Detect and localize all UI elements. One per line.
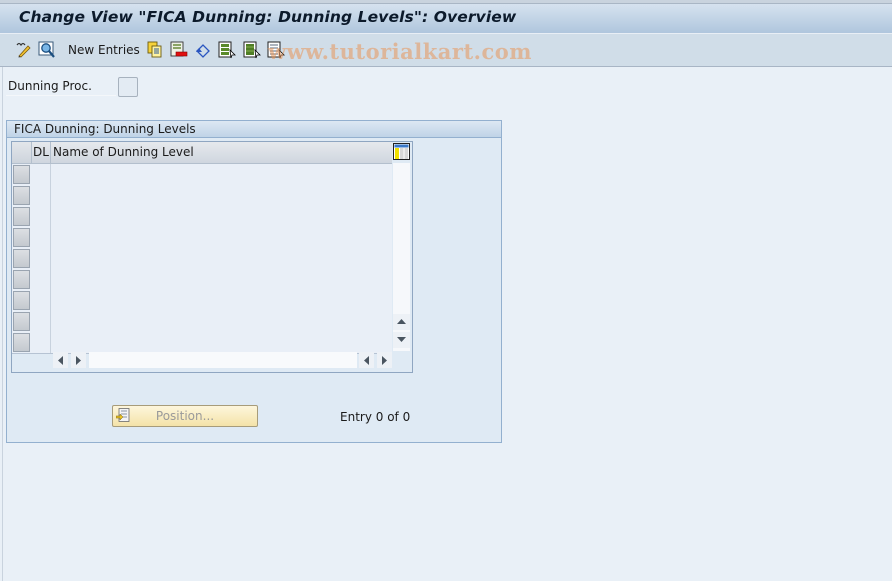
cell-dl[interactable] bbox=[32, 269, 51, 290]
arrow-left-icon bbox=[58, 356, 63, 365]
display-change-icon[interactable] bbox=[15, 41, 33, 59]
table-row bbox=[12, 269, 392, 291]
cell-dl[interactable] bbox=[32, 332, 51, 353]
scroll-down-button[interactable] bbox=[393, 332, 410, 348]
table-row bbox=[12, 311, 392, 333]
select-all-icon[interactable] bbox=[218, 41, 236, 59]
arrow-right-icon bbox=[382, 356, 387, 365]
table-row bbox=[12, 248, 392, 270]
row-selector[interactable] bbox=[13, 228, 30, 247]
arrow-left-icon bbox=[364, 356, 369, 365]
cell-name[interactable] bbox=[52, 164, 392, 185]
page-title: Change View "FICA Dunning: Dunning Level… bbox=[19, 8, 517, 26]
dunning-levels-table: DL Name of Dunning Level bbox=[11, 141, 413, 373]
horizontal-scrollbar-track[interactable] bbox=[89, 352, 357, 368]
title-bar: Change View "FICA Dunning: Dunning Level… bbox=[0, 4, 892, 34]
dunning-proc-label: Dunning Proc. bbox=[8, 79, 92, 93]
cell-dl[interactable] bbox=[32, 248, 51, 269]
select-all-rows-button[interactable] bbox=[12, 142, 32, 163]
column-separator bbox=[50, 142, 51, 163]
table-row bbox=[12, 206, 392, 228]
arrow-down-icon bbox=[397, 337, 406, 342]
cell-dl[interactable] bbox=[32, 227, 51, 248]
row-selector[interactable] bbox=[13, 249, 30, 268]
cell-name[interactable] bbox=[52, 290, 392, 311]
cell-dl[interactable] bbox=[32, 311, 51, 332]
dunning-proc-label-underline bbox=[6, 95, 116, 96]
cell-name[interactable] bbox=[52, 311, 392, 332]
row-selector[interactable] bbox=[13, 270, 30, 289]
groupbox-header: FICA Dunning: Dunning Levels bbox=[7, 121, 501, 138]
row-selector[interactable] bbox=[13, 207, 30, 226]
watermark: www.tutorialkart.com bbox=[268, 39, 532, 64]
cell-dl[interactable] bbox=[32, 206, 51, 227]
cell-dl[interactable] bbox=[32, 185, 51, 206]
find-icon[interactable] bbox=[38, 41, 56, 59]
row-selector[interactable] bbox=[13, 291, 30, 310]
cell-name[interactable] bbox=[52, 185, 392, 206]
position-button[interactable]: Position... bbox=[112, 405, 258, 427]
scroll-right-button[interactable] bbox=[71, 352, 86, 368]
dunning-levels-groupbox: FICA Dunning: Dunning Levels DL Name of … bbox=[6, 120, 502, 443]
scroll-left-button-2[interactable] bbox=[359, 352, 374, 368]
select-block-icon[interactable] bbox=[243, 41, 261, 59]
row-selector[interactable] bbox=[13, 165, 30, 184]
scroll-right-button-2[interactable] bbox=[377, 352, 392, 368]
cell-name[interactable] bbox=[52, 206, 392, 227]
copy-as-icon[interactable] bbox=[146, 41, 164, 59]
application-toolbar: New Entries www.tutorialkart.com bbox=[0, 34, 892, 67]
column-header-name[interactable]: Name of Dunning Level bbox=[53, 145, 194, 159]
cell-name[interactable] bbox=[52, 227, 392, 248]
delete-icon[interactable] bbox=[170, 41, 188, 59]
scroll-up-button[interactable] bbox=[393, 314, 410, 330]
cell-name[interactable] bbox=[52, 332, 392, 353]
groupbox-title: FICA Dunning: Dunning Levels bbox=[14, 122, 196, 136]
cell-dl[interactable] bbox=[32, 164, 51, 185]
table-header-row: DL Name of Dunning Level bbox=[12, 142, 392, 164]
table-row bbox=[12, 227, 392, 249]
row-selector[interactable] bbox=[13, 312, 30, 331]
row-selector[interactable] bbox=[13, 186, 30, 205]
row-selector[interactable] bbox=[13, 333, 30, 352]
table-settings-icon[interactable] bbox=[393, 143, 410, 161]
position-button-label: Position... bbox=[155, 409, 215, 423]
entry-count: Entry 0 of 0 bbox=[340, 410, 411, 424]
cell-name[interactable] bbox=[52, 248, 392, 269]
cell-name[interactable] bbox=[52, 269, 392, 290]
left-border bbox=[2, 67, 3, 581]
table-row bbox=[12, 332, 392, 354]
cell-dl[interactable] bbox=[32, 290, 51, 311]
column-header-dl[interactable]: DL bbox=[33, 145, 49, 159]
table-row bbox=[12, 164, 392, 186]
arrow-right-icon bbox=[76, 356, 81, 365]
scroll-left-button[interactable] bbox=[53, 352, 68, 368]
dunning-proc-checkbox[interactable] bbox=[118, 77, 138, 97]
undo-change-icon[interactable] bbox=[194, 41, 212, 59]
table-row bbox=[12, 185, 392, 207]
arrow-up-icon bbox=[397, 319, 406, 324]
table-row bbox=[12, 290, 392, 312]
new-entries-button[interactable]: New Entries bbox=[68, 43, 140, 57]
